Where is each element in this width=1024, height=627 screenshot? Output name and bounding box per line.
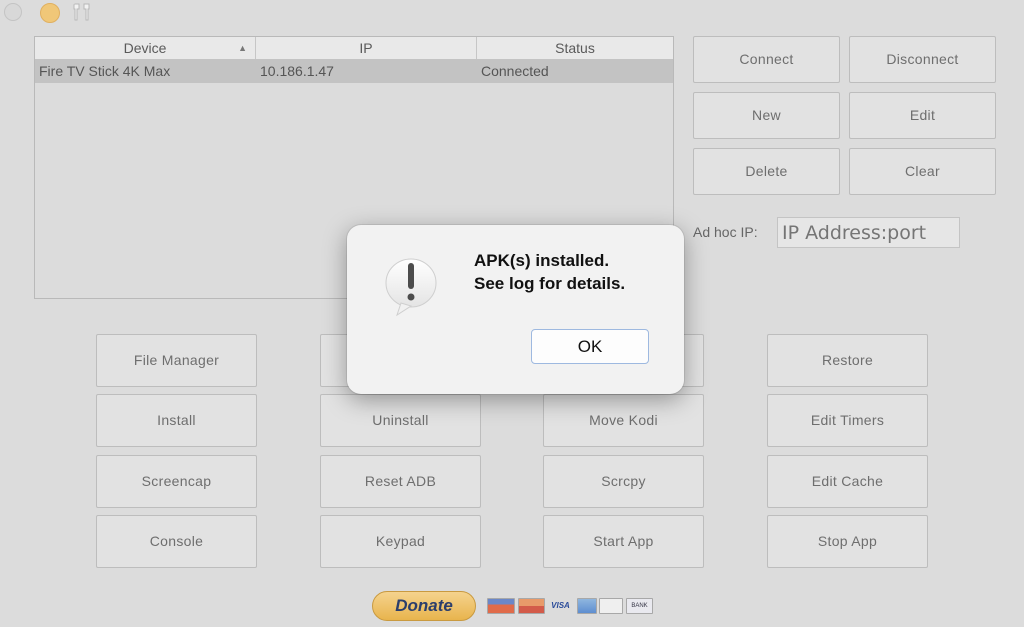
adhoc-ip-label: Ad hoc IP: xyxy=(693,224,758,240)
exclamation-bubble-icon xyxy=(385,258,437,317)
keypad-button[interactable]: Keypad xyxy=(320,515,481,568)
edit-cache-button[interactable]: Edit Cache xyxy=(767,455,928,508)
scrcpy-button[interactable]: Scrcpy xyxy=(543,455,704,508)
edit-button[interactable]: Edit xyxy=(849,92,996,139)
table-header: Device ▲ IP Status xyxy=(35,37,673,60)
sort-ascending-icon: ▲ xyxy=(238,43,247,53)
delete-button[interactable]: Delete xyxy=(693,148,840,195)
donate-button[interactable]: Donate xyxy=(372,591,476,621)
cell-device: Fire TV Stick 4K Max xyxy=(39,63,171,79)
console-button[interactable]: Console xyxy=(96,515,257,568)
table-row[interactable]: Fire TV Stick 4K Max 10.186.1.47 Connect… xyxy=(35,59,673,83)
uninstall-button[interactable]: Uninstall xyxy=(320,394,481,447)
adhoc-ip-input[interactable] xyxy=(777,217,960,248)
close-window-button[interactable] xyxy=(4,3,22,21)
maestro-card-icon xyxy=(518,598,545,614)
ok-button[interactable]: OK xyxy=(531,329,649,364)
amex-card-icon xyxy=(577,598,597,614)
discover-card-icon xyxy=(599,598,623,614)
visa-card-icon: VISA xyxy=(551,601,570,610)
column-header-status[interactable]: Status xyxy=(477,37,673,59)
edit-timers-button[interactable]: Edit Timers xyxy=(767,394,928,447)
dialog-message: APK(s) installed. See log for details. xyxy=(474,249,625,295)
alert-dialog: APK(s) installed. See log for details. O… xyxy=(347,225,684,394)
clear-button[interactable]: Clear xyxy=(849,148,996,195)
disconnect-button[interactable]: Disconnect xyxy=(849,36,996,83)
dialog-message-line2: See log for details. xyxy=(474,274,626,293)
mastercard-card-icon xyxy=(487,598,515,614)
cell-status: Connected xyxy=(481,63,549,79)
restore-button[interactable]: Restore xyxy=(767,334,928,387)
screencap-button[interactable]: Screencap xyxy=(96,455,257,508)
new-button[interactable]: New xyxy=(693,92,840,139)
title-bar xyxy=(0,0,1024,26)
minimize-window-button[interactable] xyxy=(40,3,60,23)
column-header-device-label: Device xyxy=(123,40,167,56)
move-kodi-button[interactable]: Move Kodi xyxy=(543,394,704,447)
reset-adb-button[interactable]: Reset ADB xyxy=(320,455,481,508)
file-manager-button[interactable]: File Manager xyxy=(96,334,257,387)
stop-app-button[interactable]: Stop App xyxy=(767,515,928,568)
column-header-ip[interactable]: IP xyxy=(256,37,477,59)
bank-card-icon: BANK xyxy=(626,598,653,614)
start-app-button[interactable]: Start App xyxy=(543,515,704,568)
install-button[interactable]: Install xyxy=(96,394,257,447)
cell-ip: 10.186.1.47 xyxy=(260,63,334,79)
column-header-device[interactable]: Device ▲ xyxy=(35,37,256,59)
zoom-window-button[interactable] xyxy=(70,1,96,23)
dialog-message-line1: APK(s) installed. xyxy=(474,251,610,270)
connect-button[interactable]: Connect xyxy=(693,36,840,83)
